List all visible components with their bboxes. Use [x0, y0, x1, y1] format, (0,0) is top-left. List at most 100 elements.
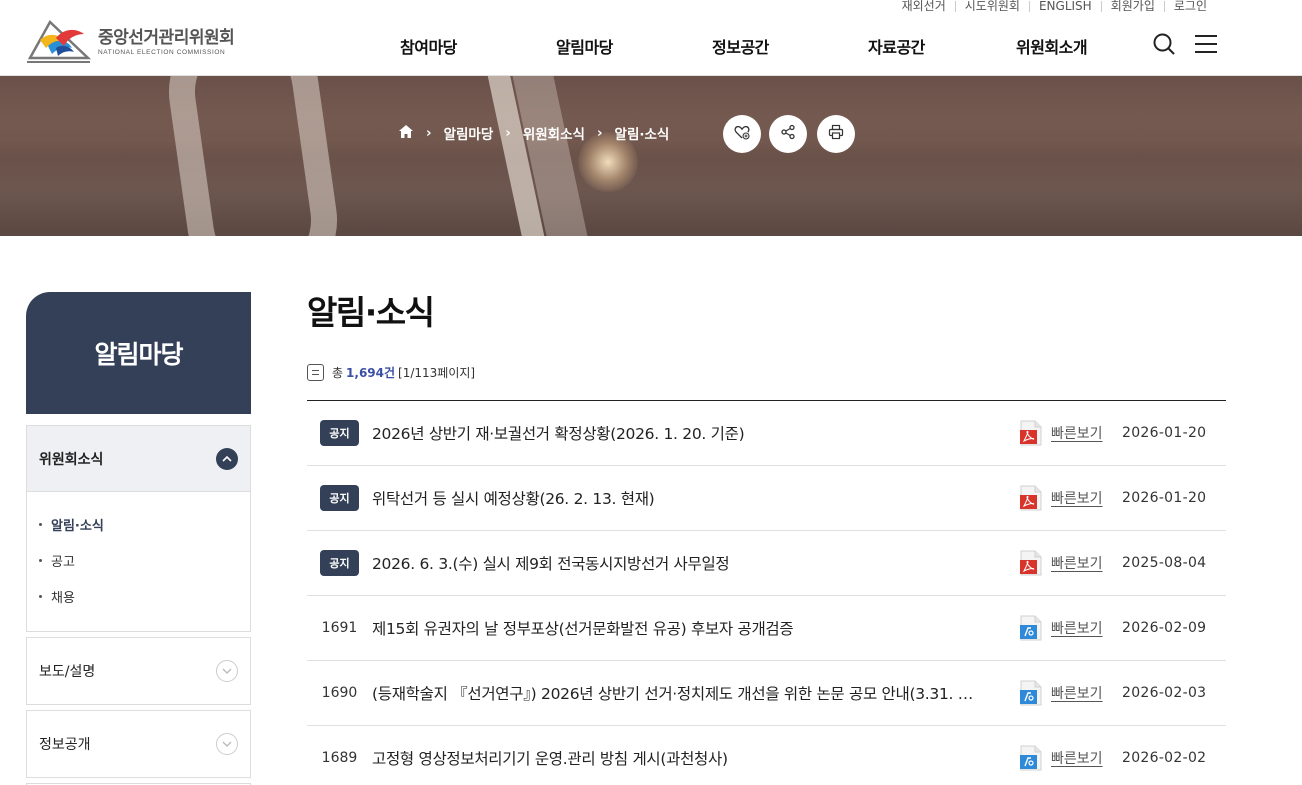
- quick-view-link[interactable]: 빠른보기: [1051, 488, 1103, 508]
- share-button[interactable]: [769, 115, 807, 153]
- row-number-cell: 1689: [307, 750, 372, 766]
- util-link-signup[interactable]: 회원가입: [1102, 0, 1164, 14]
- util-link-login[interactable]: 로그인: [1165, 0, 1216, 14]
- post-title-link[interactable]: 2026. 6. 3.(수) 실시 제9회 전국동시지방선거 사무일정: [372, 552, 977, 574]
- post-title-link[interactable]: 위탁선거 등 실시 예정상황(26. 2. 13. 현재): [372, 487, 977, 509]
- chevron-down-icon: [216, 733, 238, 755]
- post-date: 2026-01-20: [1122, 425, 1207, 441]
- favorite-button[interactable]: [723, 115, 761, 153]
- sidebar-section-label: 정보공개: [39, 737, 91, 753]
- post-title-link[interactable]: 제15회 유권자의 날 정부포상(선거문화발전 유공) 후보자 공개검증: [372, 617, 977, 639]
- row-number-cell: 공지: [307, 550, 372, 576]
- page-title: 알림·소식: [307, 293, 435, 332]
- pdf-file-icon[interactable]: [1019, 485, 1043, 515]
- sidebar-section-press: 보도/설명: [26, 637, 251, 705]
- hwp-file-icon[interactable]: [1019, 615, 1043, 645]
- heart-plus-icon: [734, 124, 750, 144]
- post-title-link[interactable]: 2026년 상반기 재·보궐선거 확정상황(2026. 1. 20. 기준): [372, 422, 977, 444]
- sidebar-section-label: 위원회소식: [39, 451, 104, 468]
- logo-text-ko: 중앙선거관리위원회: [98, 27, 235, 48]
- gnb-resources[interactable]: 자료공간: [868, 34, 925, 58]
- list-icon: [307, 364, 324, 381]
- bullet: [39, 558, 42, 562]
- menu-icon[interactable]: [1194, 32, 1218, 60]
- post-date: 2026-01-20: [1122, 490, 1207, 506]
- chevron-right-icon: ›: [596, 125, 603, 141]
- notice-badge: 공지: [320, 485, 359, 511]
- pdf-file-icon[interactable]: [1019, 420, 1043, 450]
- sidebar-item-label: 알림·소식: [51, 518, 104, 534]
- gnb-info[interactable]: 정보공간: [712, 34, 769, 58]
- post-number: 1691: [321, 620, 358, 636]
- gnb-participation[interactable]: 참여마당: [400, 34, 457, 58]
- banner-decoration: [159, 76, 347, 236]
- breadcrumb-current[interactable]: 알림·소식: [615, 123, 670, 143]
- print-button[interactable]: [817, 115, 855, 153]
- quick-view-link[interactable]: 빠른보기: [1051, 423, 1103, 443]
- breadcrumb: › 알림마당 › 위원회소식 › 알림·소식: [398, 123, 669, 143]
- row-number-cell: 공지: [307, 420, 372, 446]
- list-row: 공지 위탁선거 등 실시 예정상황(26. 2. 13. 현재) 빠른보기 2026-…: [307, 466, 1226, 531]
- notice-badge: 공지: [320, 550, 359, 576]
- quick-view-link[interactable]: 빠른보기: [1051, 748, 1103, 768]
- sidebar-item-news[interactable]: 알림·소식: [39, 506, 250, 542]
- search-icon[interactable]: [1152, 32, 1176, 60]
- list-count: 총 1,694건 [1/113페이지]: [307, 364, 475, 381]
- chevron-right-icon: ›: [505, 125, 511, 141]
- util-link-city-commission[interactable]: 시도위원회: [956, 0, 1029, 14]
- pdf-file-icon[interactable]: [1019, 550, 1043, 580]
- post-date: 2026-02-03: [1122, 685, 1207, 701]
- quick-view-link[interactable]: 빠른보기: [1051, 683, 1103, 703]
- row-number-cell: 1691: [307, 620, 372, 636]
- notice-badge: 공지: [320, 420, 359, 446]
- nec-emblem-icon: [27, 19, 92, 63]
- site-header: 재외선거 시도위원회 ENGLISH 회원가입 로그인 중앙선거관리위원회 NA…: [0, 0, 1302, 76]
- quick-view-link[interactable]: 빠른보기: [1051, 553, 1103, 573]
- post-title-link[interactable]: (등재학술지 『선거연구』) 2026년 상반기 선거·정치제도 개선을 위한 …: [372, 682, 977, 704]
- row-number-cell: 공지: [307, 485, 372, 511]
- sidebar-section-disclosure: 정보공개: [26, 710, 251, 778]
- hwp-file-icon[interactable]: [1019, 680, 1043, 710]
- breadcrumb-item[interactable]: 알림마당: [444, 123, 494, 143]
- row-number-cell: 1690: [307, 685, 372, 701]
- post-list: 공지 2026년 상반기 재·보궐선거 확정상황(2026. 1. 20. 기준)…: [307, 400, 1226, 785]
- list-row: 공지 2026. 6. 3.(수) 실시 제9회 전국동시지방선거 사무일정 빠른보…: [307, 531, 1226, 596]
- site-logo[interactable]: 중앙선거관리위원회 NATIONAL ELECTION COMMISSION: [26, 18, 235, 66]
- sidebar-title: 알림마당: [26, 292, 251, 414]
- count-value: 1,694건: [346, 366, 396, 380]
- page-info: [1/113페이지]: [398, 366, 476, 380]
- util-link-english[interactable]: ENGLISH: [1030, 0, 1101, 14]
- share-icon: [780, 124, 796, 144]
- quick-view-link[interactable]: 빠른보기: [1051, 618, 1103, 638]
- post-date: 2025-08-04: [1122, 555, 1207, 571]
- hwp-file-icon[interactable]: [1019, 745, 1043, 775]
- list-row: 1691 제15회 유권자의 날 정부포상(선거문화발전 유공) 후보자 공개검증…: [307, 596, 1226, 661]
- breadcrumb-item[interactable]: 위원회소식: [523, 123, 585, 143]
- sidebar-item-recruit[interactable]: 채용: [39, 578, 250, 614]
- post-title-link[interactable]: 고정형 영상정보처리기기 운영.관리 방침 게시(과천청사): [372, 747, 977, 769]
- utility-links: 재외선거 시도위원회 ENGLISH 회원가입 로그인: [893, 0, 1216, 14]
- home-icon[interactable]: [398, 124, 414, 143]
- sidebar-item-label: 공고: [51, 554, 75, 570]
- bullet: [39, 522, 42, 526]
- sidebar-submenu: 알림·소식 공고 채용: [27, 492, 250, 618]
- list-row: 1689 고정형 영상정보처리기기 운영.관리 방침 게시(과천청사) 빠른보기 20…: [307, 726, 1226, 785]
- post-number: 1690: [321, 685, 358, 701]
- post-number: 1689: [321, 750, 358, 766]
- util-link-overseas[interactable]: 재외선거: [893, 0, 955, 14]
- logo-text-en: NATIONAL ELECTION COMMISSION: [98, 48, 226, 56]
- chevron-right-icon: ›: [426, 125, 432, 141]
- list-row: 공지 2026년 상반기 재·보궐선거 확정상황(2026. 1. 20. 기준)…: [307, 401, 1226, 466]
- gnb-about[interactable]: 위원회소개: [1016, 34, 1088, 58]
- sidebar-item-label: 채용: [51, 590, 75, 606]
- bullet: [39, 594, 42, 598]
- count-prefix: 총: [332, 366, 344, 380]
- post-date: 2026-02-09: [1122, 620, 1207, 636]
- sidebar-item-announcement[interactable]: 공고: [39, 542, 250, 578]
- page-banner: › 알림마당 › 위원회소식 › 알림·소식: [0, 76, 1302, 236]
- printer-icon: [828, 124, 844, 144]
- sidebar-section-toggle[interactable]: 보도/설명: [27, 638, 250, 704]
- gnb-notice[interactable]: 알림마당: [556, 34, 613, 58]
- sidebar-section-toggle[interactable]: 위원회소식: [27, 426, 250, 492]
- sidebar-section-toggle[interactable]: 정보공개: [27, 711, 250, 777]
